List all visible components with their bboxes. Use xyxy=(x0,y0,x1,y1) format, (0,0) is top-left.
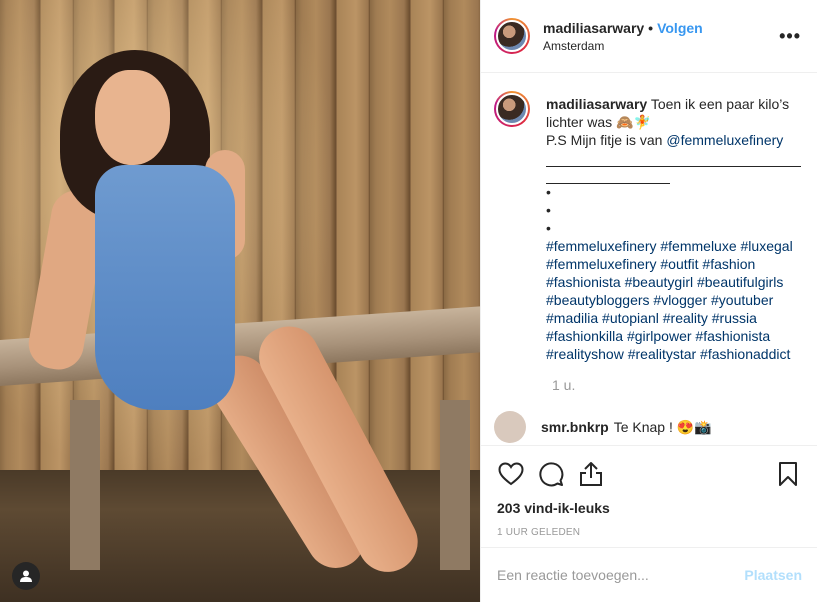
bullet: • xyxy=(546,202,551,218)
avatar-image xyxy=(496,93,528,125)
post-photo[interactable] xyxy=(0,0,480,602)
post-header: madiliasarwary • Volgen Amsterdam ••• xyxy=(481,0,817,73)
share-icon[interactable] xyxy=(577,460,605,488)
caption: madiliasarwary Toen ik een paar kilo’s l… xyxy=(494,91,801,363)
bookmark-icon[interactable] xyxy=(774,460,802,488)
author-username[interactable]: madiliasarwary xyxy=(543,20,644,36)
likes-count[interactable]: 203 vind-ik-leuks xyxy=(497,500,802,516)
avatar[interactable] xyxy=(494,18,530,54)
author-line: madiliasarwary • Volgen xyxy=(543,20,779,36)
person-face xyxy=(95,70,170,165)
caption-timestamp[interactable]: 1 u. xyxy=(552,377,801,393)
comment-text: Te Knap ! 😍📸 xyxy=(613,418,712,435)
share-glyph xyxy=(580,462,602,486)
caption-avatar[interactable] xyxy=(494,91,530,127)
hashtags[interactable]: #femmeluxefinery #femmeluxe #luxegal #fe… xyxy=(546,237,801,363)
comment-username[interactable]: smr.bnkrp xyxy=(541,419,609,435)
more-options-icon[interactable]: ••• xyxy=(779,26,801,47)
comment-glyph xyxy=(539,462,564,487)
divider-line xyxy=(546,149,801,167)
caption-username[interactable]: madiliasarwary xyxy=(546,96,647,112)
post-author: madiliasarwary • Volgen Amsterdam xyxy=(543,20,779,53)
heart-icon[interactable] xyxy=(497,460,525,488)
add-comment-form: Plaatsen xyxy=(481,547,817,602)
separator-dot: • xyxy=(648,19,654,36)
caption-line2: P.S Mijn fitje is van xyxy=(546,132,667,148)
heart-glyph xyxy=(498,462,524,486)
user-tag-glyph xyxy=(20,570,32,582)
bullet: • xyxy=(546,220,551,236)
post-sidebar: madiliasarwary • Volgen Amsterdam ••• ma… xyxy=(480,0,817,602)
comment-icon[interactable] xyxy=(537,460,565,488)
action-bar: 203 vind-ik-leuks 1 UUR GELEDEN xyxy=(481,445,817,538)
action-icons xyxy=(497,446,802,502)
comments-section[interactable]: madiliasarwary Toen ik een paar kilo’s l… xyxy=(481,73,817,445)
post-comment-button[interactable]: Plaatsen xyxy=(744,567,802,583)
bullet: • xyxy=(546,184,551,200)
follow-button[interactable]: Volgen xyxy=(657,20,703,36)
bookmark-glyph xyxy=(779,462,797,486)
avatar-image xyxy=(496,20,528,52)
bench-leg xyxy=(70,400,100,570)
post-timestamp[interactable]: 1 UUR GELEDEN xyxy=(497,527,802,538)
avatar[interactable] xyxy=(494,411,526,443)
comment-input[interactable] xyxy=(497,567,745,583)
location-link[interactable]: Amsterdam xyxy=(543,39,779,53)
divider-line xyxy=(546,166,670,184)
person-dress xyxy=(95,165,235,410)
caption-text: madiliasarwary Toen ik een paar kilo’s l… xyxy=(546,95,801,363)
bench-leg xyxy=(440,400,470,570)
list-item: smr.bnkrp Te Knap ! 😍📸 xyxy=(494,411,801,443)
mention-link[interactable]: @femmeluxefinery xyxy=(666,132,783,148)
user-tag-icon[interactable] xyxy=(12,562,40,590)
